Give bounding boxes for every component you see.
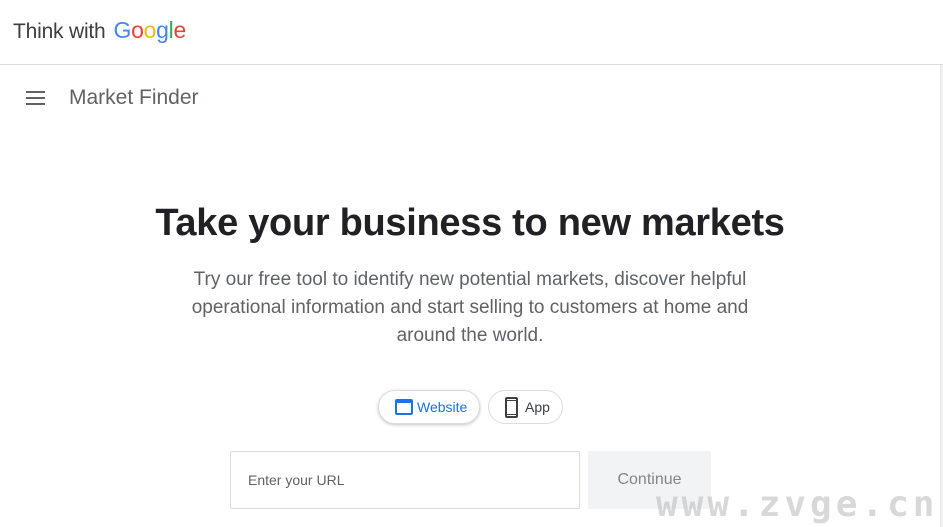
google-letter: o — [143, 17, 157, 43]
think-with-google-logo[interactable]: Think with Google — [13, 17, 186, 44]
url-input[interactable] — [230, 451, 580, 509]
google-letter: g — [156, 17, 169, 43]
hero-subtitle: Try our free tool to identify new potent… — [191, 269, 749, 346]
browser-window-icon — [395, 399, 413, 415]
menu-bar — [26, 91, 45, 93]
google-wordmark: Google — [113, 17, 187, 44]
product-title[interactable]: Market Finder — [69, 86, 199, 110]
menu-bar — [26, 103, 45, 105]
watermark: www.zvge.cn — [656, 484, 939, 525]
top-header: Think with Google — [0, 0, 943, 65]
google-letter: o — [131, 17, 144, 43]
google-letter: G — [113, 17, 132, 43]
hero-title: Take your business to new markets — [155, 202, 785, 244]
product-nav: Market Finder — [0, 66, 940, 128]
app-toggle-button[interactable]: App — [488, 390, 563, 424]
smartphone-icon — [505, 396, 518, 418]
brand-text: Think with — [13, 20, 106, 43]
app-toggle-label: App — [525, 399, 550, 415]
menu-bar — [26, 97, 45, 99]
hamburger-menu-icon[interactable] — [24, 86, 48, 110]
google-letter: e — [173, 17, 186, 43]
website-toggle-label: Website — [417, 399, 468, 415]
website-toggle-button[interactable]: Website — [378, 390, 480, 424]
